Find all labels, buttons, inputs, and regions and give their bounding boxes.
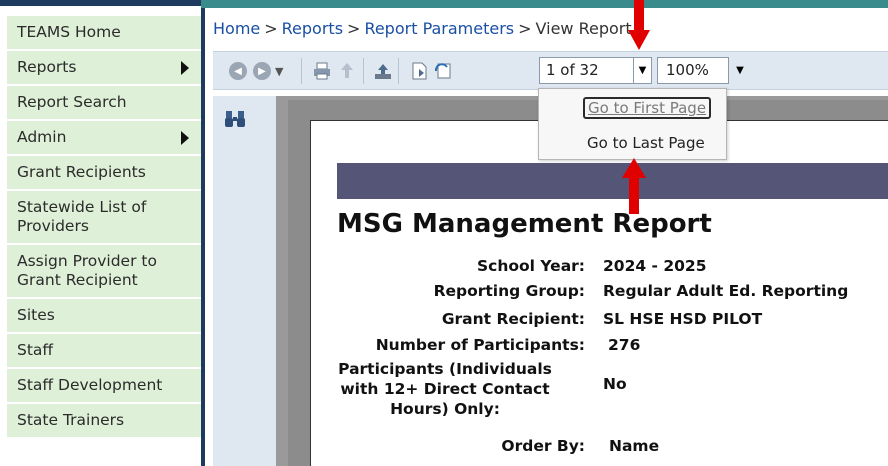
go-to-last-page-item[interactable]: Go to Last Page xyxy=(539,129,726,157)
page-navigation-menu: Go to First Page Go to Last Page xyxy=(538,88,727,160)
export-icon[interactable] xyxy=(338,60,356,82)
field-label: Number of Participants: xyxy=(375,336,585,354)
print-icon[interactable] xyxy=(312,60,332,82)
chevron-down-icon[interactable]: ▼ xyxy=(275,60,283,82)
zoom-select[interactable]: 100% xyxy=(657,57,729,84)
chevron-down-icon: ▼ xyxy=(736,65,744,76)
toolbar-divider xyxy=(363,58,364,84)
breadcrumb-current: View Report xyxy=(535,19,632,38)
field-value: No xyxy=(603,375,627,393)
report-side-panel xyxy=(213,96,276,466)
page-icon[interactable] xyxy=(409,60,429,82)
annotation-arrow-up-icon xyxy=(622,158,646,214)
submenu-arrow-icon xyxy=(181,131,189,145)
sidebar-item-state-trainers[interactable]: State Trainers xyxy=(7,404,201,439)
sidebar-item-assign-provider[interactable]: Assign Provider to Grant Recipient xyxy=(7,245,201,299)
upload-icon[interactable] xyxy=(373,60,393,82)
field-label: Reporting Group: xyxy=(433,282,585,300)
annotation-arrow-down-icon xyxy=(628,0,650,50)
go-to-first-page-item[interactable]: Go to First Page xyxy=(539,94,726,122)
refresh-icon[interactable] xyxy=(433,60,453,82)
sidebar-item-staff[interactable]: Staff xyxy=(7,334,201,369)
toolbar-divider xyxy=(398,58,399,84)
report-title: MSG Management Report xyxy=(337,209,712,239)
breadcrumb-reports-link[interactable]: Reports xyxy=(282,19,343,38)
sidebar-item-teams-home[interactable]: TEAMS Home xyxy=(7,16,201,51)
sidebar: TEAMS Home Reports Report Search Admin G… xyxy=(0,0,201,466)
field-value: Name xyxy=(609,437,660,455)
breadcrumb: Home > Reports > Report Parameters > View Repo… xyxy=(213,19,632,38)
sidebar-top-bar xyxy=(0,0,201,6)
submenu-arrow-icon xyxy=(181,61,189,75)
field-value: SL HSE HSD PILOT xyxy=(603,310,763,328)
field-label: School Year: xyxy=(476,257,585,275)
field-label: Grant Recipient: xyxy=(441,310,585,328)
sidebar-item-staff-development[interactable]: Staff Development xyxy=(7,369,201,404)
sidebar-item-admin[interactable]: Admin xyxy=(7,121,201,156)
field-label: Order By: xyxy=(501,437,585,455)
field-value: Regular Adult Ed. Reporting xyxy=(603,282,849,300)
header-accent-bar xyxy=(201,0,888,8)
page-indicator[interactable]: 1 of 32 xyxy=(539,57,634,84)
binoculars-icon[interactable] xyxy=(224,109,245,129)
sidebar-item-reports[interactable]: Reports xyxy=(7,51,201,86)
field-value: 2024 - 2025 xyxy=(603,257,707,275)
breadcrumb-home-link[interactable]: Home xyxy=(213,19,260,38)
sidebar-nav: TEAMS Home Reports Report Search Admin G… xyxy=(7,16,201,439)
back-icon[interactable]: ◀ xyxy=(229,60,247,82)
zoom-dropdown-button[interactable]: ▼ xyxy=(732,57,748,84)
field-label: Participants (Individuals with 12+ Direc… xyxy=(338,360,552,418)
sidebar-divider xyxy=(201,8,205,466)
sidebar-item-statewide-providers[interactable]: Statewide List of Providers xyxy=(7,191,201,245)
forward-icon[interactable]: ▶ xyxy=(253,60,271,82)
page-dropdown-button[interactable]: ▼ xyxy=(633,57,652,84)
report-banner xyxy=(337,163,888,199)
sidebar-item-report-search[interactable]: Report Search xyxy=(7,86,201,121)
sidebar-item-grant-recipients[interactable]: Grant Recipients xyxy=(7,156,201,191)
sidebar-item-sites[interactable]: Sites xyxy=(7,299,201,334)
field-value: 276 xyxy=(608,336,641,354)
chevron-down-icon: ▼ xyxy=(638,65,647,76)
toolbar-divider xyxy=(301,58,302,84)
breadcrumb-report-parameters-link[interactable]: Report Parameters xyxy=(364,19,514,38)
